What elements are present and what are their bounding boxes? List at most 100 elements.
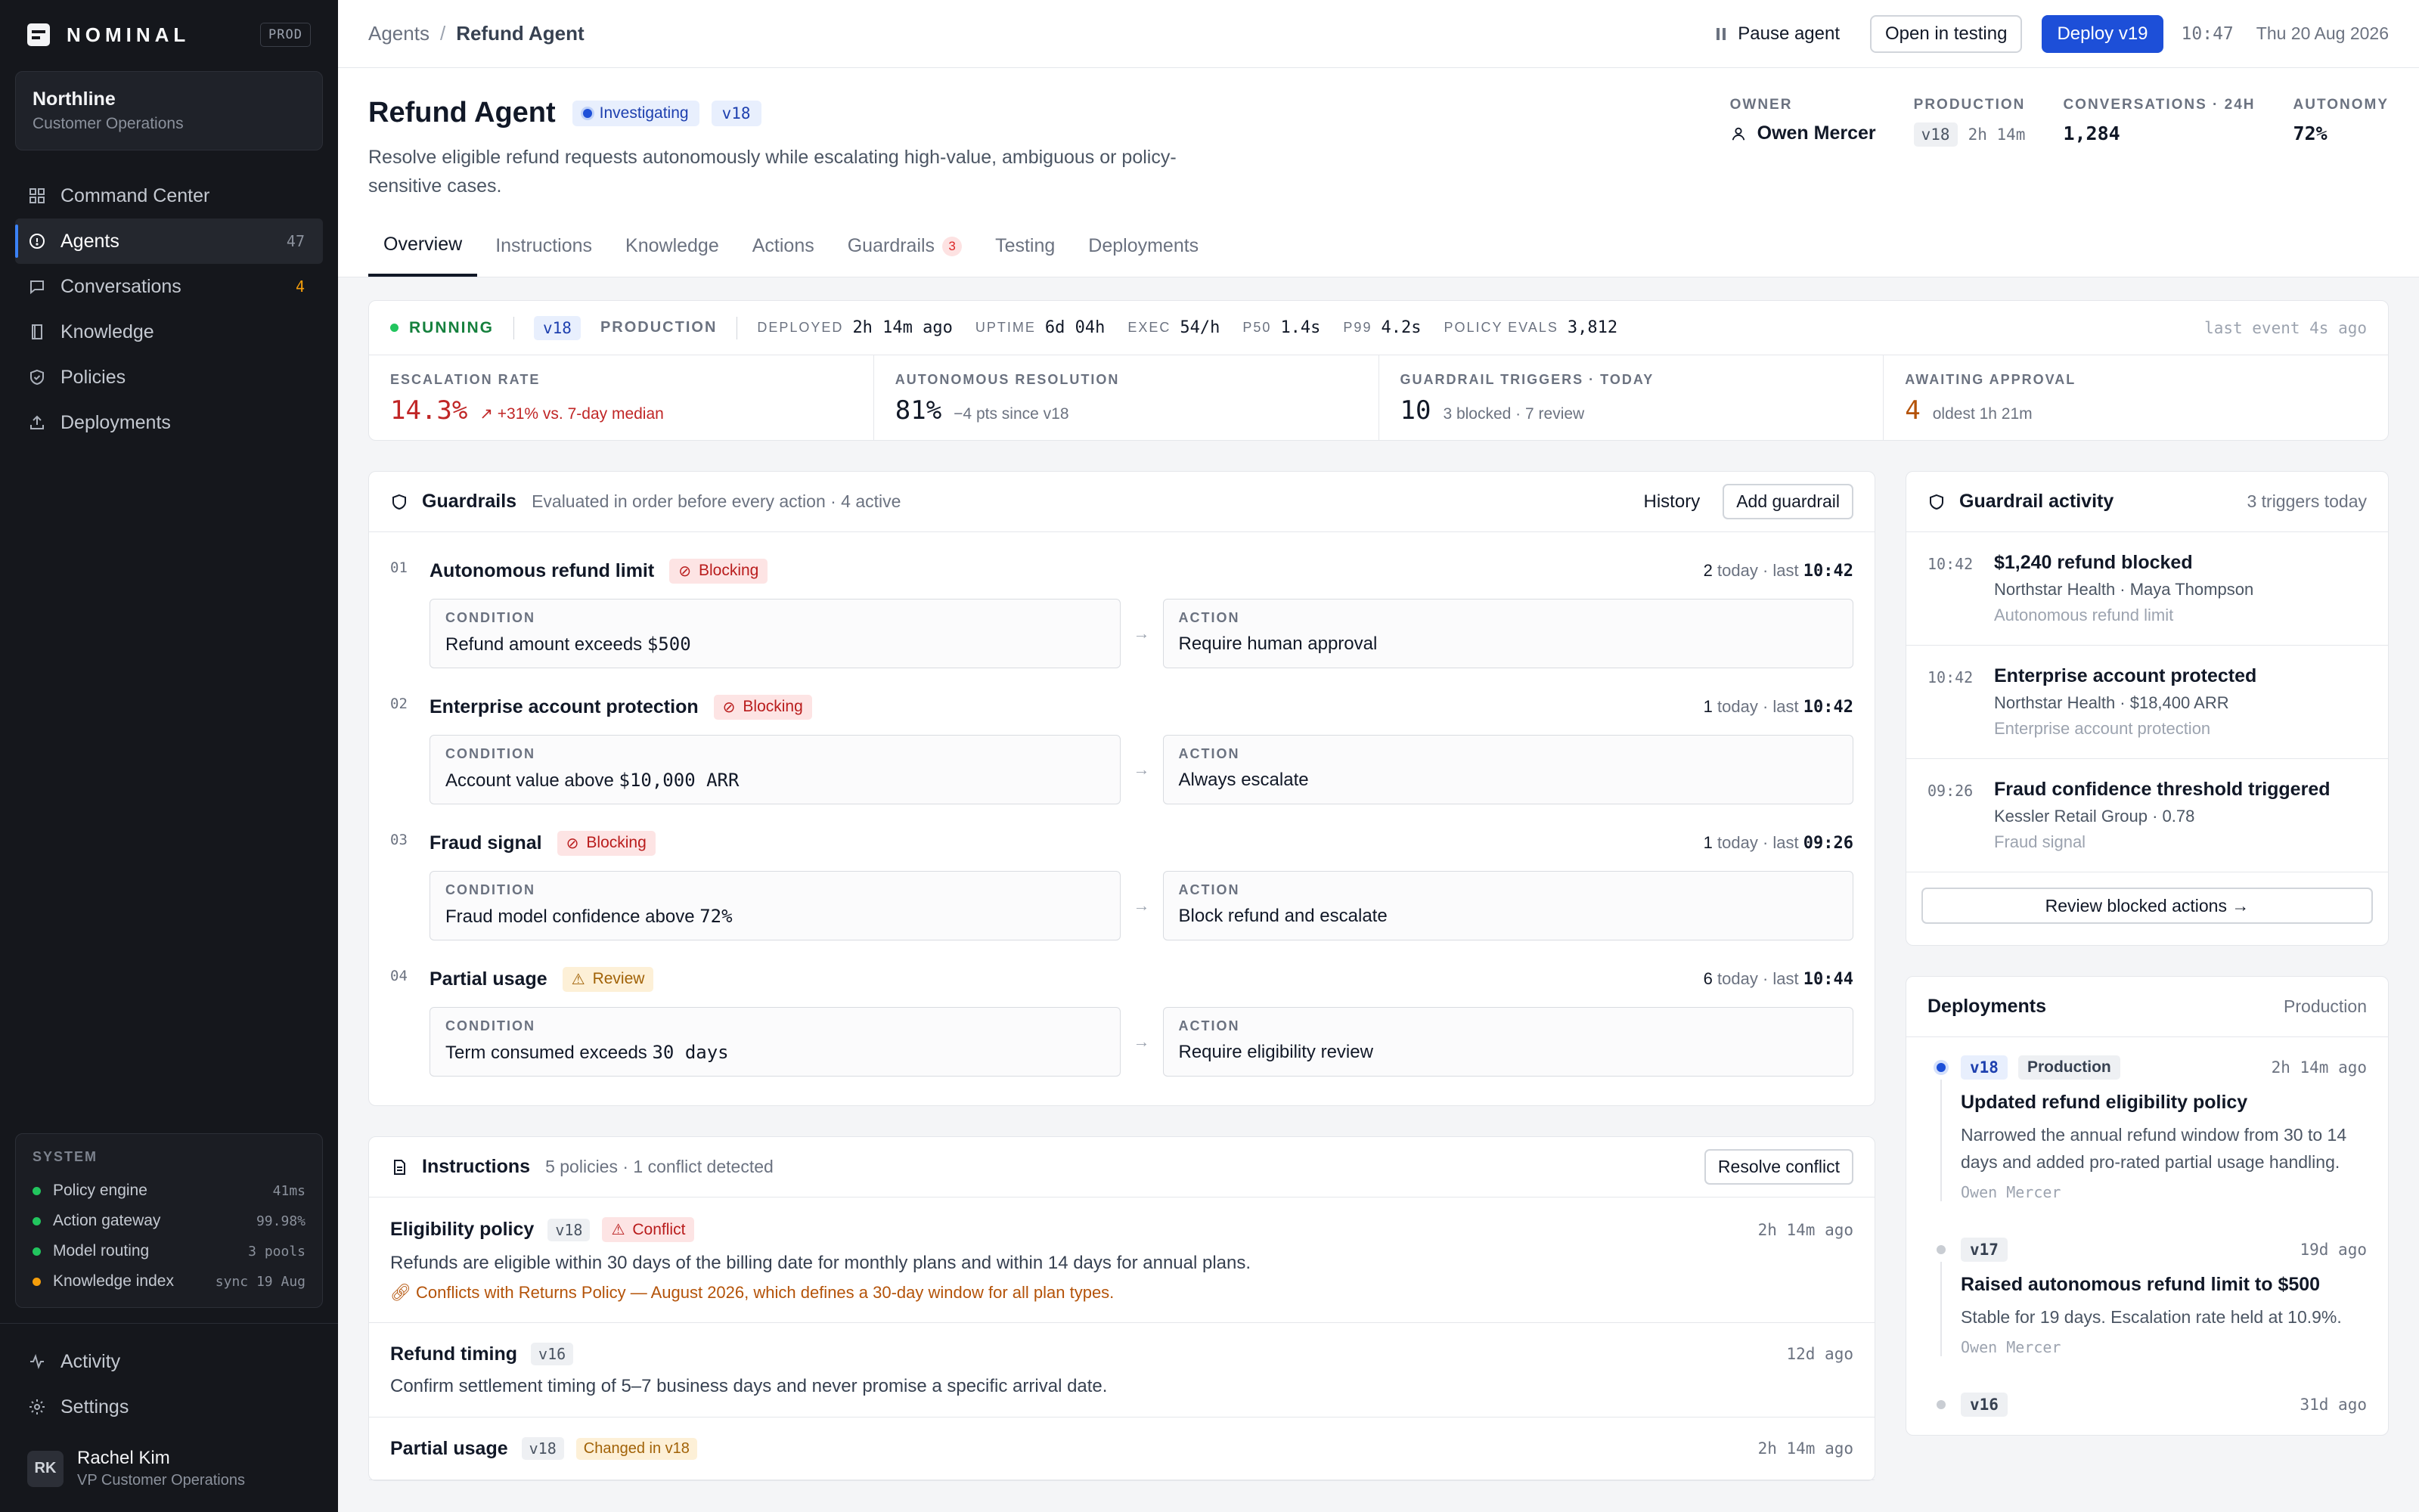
sidebar-item-label: Conversations [60,275,181,297]
sidebar-item-label: Knowledge [60,321,154,342]
shield-check-icon [27,367,47,387]
grid-icon [27,186,47,206]
status-badge: Investigating [572,100,699,126]
open-in-testing-button[interactable]: Open in testing [1870,14,2023,53]
guardrail-row[interactable]: 02 Enterprise account protection ⊘ Blocki… [369,668,1875,804]
blocking-badge: ⊘ Blocking [669,558,768,584]
agent-tabs: Overview Instructions Knowledge Actions … [368,234,2389,277]
running-status: RUNNING [390,319,494,337]
status-dot-icon [33,1216,41,1225]
arrow-right-icon: → [1133,760,1150,779]
action-box: ACTION Block refund and escalate [1162,871,1853,940]
running-version: v18 [534,315,581,340]
sidebar-item-activity[interactable]: Activity [15,1339,323,1384]
timeline-dot-icon [1937,1400,1946,1409]
condition-box: CONDITION Refund amount exceeds $500 [430,599,1121,668]
system-row: Action gateway 99.98% [33,1206,305,1236]
instruction-item[interactable]: Refund timing v16 12d ago Confirm settle… [369,1323,1875,1418]
deploy-button[interactable]: Deploy v19 [2042,14,2163,53]
deployment-item[interactable]: v18 Production 2h 14m ago Updated refund… [1906,1037,2388,1219]
arrow-right-icon: → [1133,1032,1150,1051]
tab-overview[interactable]: Overview [368,234,478,277]
tab-knowledge[interactable]: Knowledge [610,234,734,277]
blocking-badge: ⊘ Blocking [713,694,812,720]
tab-instructions[interactable]: Instructions [480,234,607,277]
guardrail-row[interactable]: 01 Autonomous refund limit ⊘ Blocking 2 t… [369,532,1875,668]
user-name: Rachel Kim [77,1448,170,1468]
resolve-conflict-button[interactable]: Resolve conflict [1704,1149,1853,1185]
clock-date: Thu 20 Aug 2026 [2256,23,2389,43]
activity-item[interactable]: 10:42 Enterprise account protected North… [1906,646,2388,759]
review-blocked-actions-button[interactable]: Review blocked actions → [1921,888,2373,924]
sidebar-item-knowledge[interactable]: Knowledge [15,309,323,355]
deployment-item[interactable]: v16 31d ago [1906,1374,2388,1435]
guardrail-row[interactable]: 04 Partial usage ⚠ Review 6 today · last … [369,940,1875,1105]
running-env: PRODUCTION [600,319,718,336]
activity-item[interactable]: 09:26 Fraud confidence threshold trigger… [1906,759,2388,872]
sidebar-item-policies[interactable]: Policies [15,355,323,400]
ban-icon: ⊘ [678,562,691,580]
tab-guardrails[interactable]: Guardrails 3 [833,234,977,277]
activity-item[interactable]: 10:42 $1,240 refund blocked Northstar He… [1906,532,2388,646]
status-dot-icon [33,1247,41,1256]
action-box: ACTION Require eligibility review [1162,1007,1853,1077]
stat-production: PRODUCTION v18 2h 14m [1913,97,2025,200]
tab-actions[interactable]: Actions [737,234,830,277]
sidebar-item-command-center[interactable]: Command Center [15,173,323,218]
ban-icon: ⊘ [566,835,579,852]
sidebar: NOMINAL PROD Northline Customer Operatio… [0,0,338,1512]
main-area: Agents / Refund Agent Pause agent Open i… [338,0,2419,1512]
sidebar-item-deployments[interactable]: Deployments [15,400,323,445]
conflict-badge: ⚠ Conflict [602,1217,695,1242]
kpi-autonomous-resolution: AUTONOMOUS RESOLUTION 81% −4 pts since v1… [874,355,1379,440]
status-dot-icon [390,324,399,332]
add-guardrail-button[interactable]: Add guardrail [1723,484,1853,519]
org-name: Northline [33,88,116,110]
ban-icon: ⊘ [722,699,736,716]
sidebar-item-settings[interactable]: Settings [15,1384,323,1430]
timeline-dot-icon [1937,1063,1946,1072]
pause-agent-button[interactable]: Pause agent [1717,23,1840,45]
user-profile[interactable]: RK Rachel Kim VP Customer Operations [0,1430,338,1512]
page-title: Refund Agent [368,97,556,129]
kpi-row: ESCALATION RATE 14.3% ↗ +31% vs. 7-day me… [369,355,2388,440]
arrow-right-icon: → [2231,895,2250,916]
action-box: ACTION Require human approval [1162,599,1853,668]
tab-count-badge: 3 [942,236,963,256]
instruction-item[interactable]: Partial usage v18 Changed in v18 2h 14m … [369,1418,1875,1480]
kpi-guardrail-triggers: GUARDRAIL TRIGGERS · TODAY 10 3 blocked ·… [1379,355,1884,440]
tab-deployments[interactable]: Deployments [1073,234,1214,277]
content: RUNNING v18 PRODUCTION DEPLOYED 2h 14m ag… [338,277,2419,1512]
agent-icon [27,231,47,251]
org-sub: Customer Operations [33,115,184,132]
guardrail-activity-card: Guardrail activity 3 triggers today 10:4… [1906,471,2389,946]
history-link[interactable]: History [1644,491,1701,513]
sidebar-bottom: Activity Settings RK Rachel Kim VP Custo… [0,1323,338,1512]
arrow-right-icon: → [1133,624,1150,643]
document-icon [394,1159,405,1175]
system-row: Policy engine 41ms [33,1176,305,1206]
review-badge: ⚠ Review [562,966,654,992]
app-root: NOMINAL PROD Northline Customer Operatio… [0,0,2419,1512]
condition-box: CONDITION Account value above $10,000 ARR [430,735,1121,804]
tab-testing[interactable]: Testing [980,234,1070,277]
warning-icon: ⚠ [611,1222,625,1238]
deployment-item[interactable]: v17 19d ago Raised autonomous refund lim… [1906,1219,2388,1374]
pause-icon [1717,27,1726,40]
book-icon [27,322,47,342]
org-switcher[interactable]: Northline Customer Operations [15,71,323,150]
stat-conversations: CONVERSATIONS · 24H 1,284 [2063,97,2256,144]
status-dot-icon [582,108,592,118]
sidebar-item-count: 4 [295,277,305,296]
warning-icon: ⚠ [571,971,585,988]
guardrail-row[interactable]: 03 Fraud signal ⊘ Blocking 1 today · last… [369,804,1875,940]
sidebar-item-conversations[interactable]: Conversations 4 [15,264,323,309]
instruction-item[interactable]: Eligibility policy v18 ⚠ Conflict 2h 14m … [369,1198,1875,1323]
pulse-icon [27,1352,47,1371]
sidebar-item-agents[interactable]: Agents 47 [15,218,323,264]
chat-icon [27,277,47,296]
status-dot-icon [33,1277,41,1286]
breadcrumb-agents[interactable]: Agents [368,22,430,45]
sidebar-item-count: 47 [286,232,305,250]
status-dot-icon [33,1186,41,1195]
